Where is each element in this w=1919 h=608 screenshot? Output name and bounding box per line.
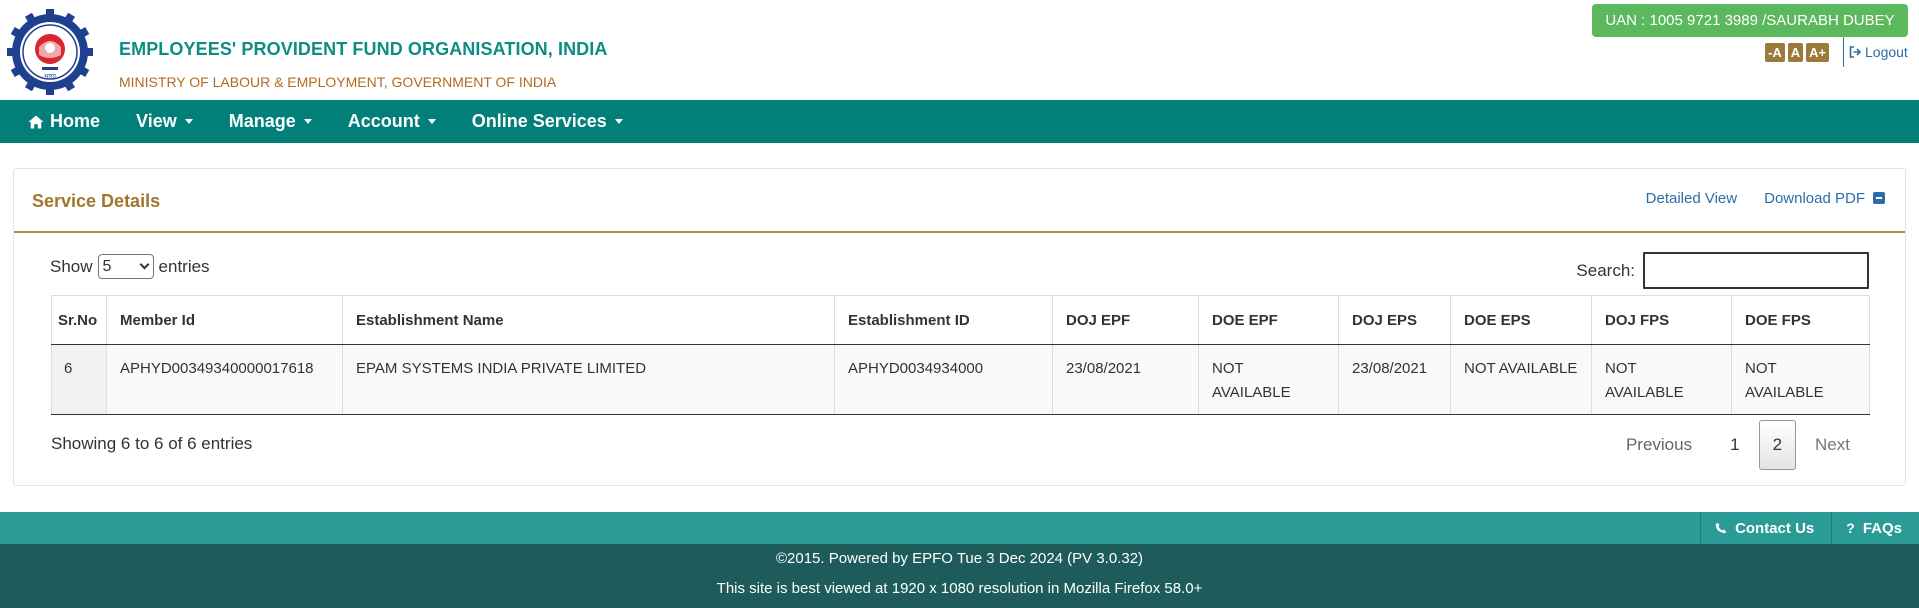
- pagination-page-2[interactable]: 2: [1758, 420, 1797, 470]
- logout-label: Logout: [1865, 44, 1908, 60]
- table-cell: NOT AVAILABLE: [1198, 344, 1339, 415]
- footer-links: Contact Us ? FAQs: [1700, 512, 1919, 544]
- table-row: 6 APHYD00349340000017618 EPAM SYSTEMS IN…: [51, 344, 1870, 415]
- pagination: Previous 1 2 Next: [1607, 420, 1869, 470]
- footer-links-bar: Contact Us ? FAQs: [0, 512, 1919, 544]
- faqs-label: FAQs: [1862, 519, 1902, 537]
- table-cell: EPAM SYSTEMS INDIA PRIVATE LIMITED: [342, 344, 835, 415]
- table-info: Showing 6 to 6 of 6 entries: [51, 434, 253, 453]
- nav-view[interactable]: View: [136, 111, 193, 132]
- service-details-table: Sr.No Member Id Establishment Name Estab…: [51, 295, 1870, 415]
- font-normal-button[interactable]: A: [1787, 43, 1804, 62]
- column-header-doj-epf[interactable]: DOJ EPF: [1052, 295, 1199, 345]
- site-header: भारत EMPLOYEES' PROVIDENT FUND ORGANISAT…: [0, 0, 1919, 100]
- caret-down-icon: [614, 119, 623, 124]
- pagination-page-1[interactable]: 1: [1711, 420, 1758, 470]
- table-cell: NOT AVAILABLE: [1731, 344, 1870, 415]
- table-cell: APHYD00349340000017618: [106, 344, 343, 415]
- caret-down-icon: [427, 119, 436, 124]
- table-cell: 23/08/2021: [1338, 344, 1451, 415]
- search-input[interactable]: [1643, 252, 1869, 289]
- entries-length-control: Show 5 entries: [50, 254, 210, 279]
- search-label: Search:: [1576, 260, 1635, 280]
- caret-down-icon: [303, 119, 312, 124]
- nav-home[interactable]: Home: [28, 111, 100, 132]
- contact-us-label: Contact Us: [1735, 519, 1815, 537]
- logout-icon: [1849, 46, 1862, 58]
- nav-account[interactable]: Account: [348, 111, 436, 132]
- org-name: EMPLOYEES' PROVIDENT FUND ORGANISATION, …: [119, 39, 608, 59]
- table-cell: NOT AVAILABLE: [1450, 344, 1592, 415]
- nav-online-services[interactable]: Online Services: [472, 111, 623, 132]
- table-cell: NOT AVAILABLE: [1591, 344, 1732, 415]
- detailed-view-link[interactable]: Detailed View: [1646, 190, 1737, 207]
- table-cell: 23/08/2021: [1052, 344, 1199, 415]
- nav-account-label: Account: [347, 111, 420, 131]
- uan-badge: UAN : 1005 9721 3989 /SAURABH DUBEY: [1592, 4, 1908, 37]
- column-header-doe-eps[interactable]: DOE EPS: [1450, 295, 1592, 345]
- collapse-icon[interactable]: [1873, 192, 1885, 204]
- logout-link[interactable]: Logout: [1849, 44, 1908, 60]
- caret-down-icon: [184, 119, 193, 124]
- service-details-panel: Service Details Detailed View Download P…: [13, 168, 1906, 486]
- entries-length-select[interactable]: 5: [97, 254, 154, 279]
- epfo-logo-icon: भारत: [7, 9, 93, 95]
- nav-home-label: Home: [50, 111, 101, 131]
- panel-actions: Detailed View Download PDF: [1646, 190, 1885, 207]
- table-cell: 6: [51, 344, 107, 415]
- pagination-previous[interactable]: Previous: [1607, 420, 1711, 470]
- pagination-next[interactable]: Next: [1796, 420, 1869, 470]
- chevron-down-icon: [139, 259, 149, 270]
- column-header-doe-fps[interactable]: DOE FPS: [1731, 295, 1870, 345]
- font-size-controls: -A A A+: [1765, 43, 1830, 62]
- nav-manage[interactable]: Manage: [229, 111, 312, 132]
- nav-manage-label: Manage: [228, 111, 296, 131]
- column-header-member-id[interactable]: Member Id: [106, 295, 343, 345]
- column-header-establishment-name[interactable]: Establishment Name: [342, 295, 835, 345]
- entries-length-value: 5: [102, 257, 112, 275]
- download-pdf-label: Download PDF: [1764, 190, 1865, 207]
- download-pdf-link[interactable]: Download PDF: [1764, 190, 1885, 207]
- header-divider: [1843, 37, 1844, 67]
- entries-label: entries: [158, 256, 210, 276]
- main-navbar: Home View Manage Account Online Services: [0, 100, 1919, 143]
- table-search: Search:: [1576, 252, 1869, 289]
- footer-browser-note: This site is best viewed at 1920 x 1080 …: [716, 580, 1203, 597]
- phone-icon: [1715, 522, 1727, 534]
- nav-view-label: View: [136, 111, 177, 131]
- faqs-link[interactable]: ? FAQs: [1831, 512, 1919, 544]
- table-cell: APHYD0034934000: [834, 344, 1053, 415]
- home-icon: [28, 115, 44, 128]
- footer-copyright: ©2015. Powered by EPFO Tue 3 Dec 2024 (P…: [775, 550, 1144, 567]
- column-header-doj-eps[interactable]: DOJ EPS: [1338, 295, 1451, 345]
- site-footer: ©2015. Powered by EPFO Tue 3 Dec 2024 (P…: [0, 544, 1919, 608]
- ministry-name: MINISTRY OF LABOUR & EMPLOYMENT, GOVERNM…: [119, 74, 557, 90]
- question-icon: ?: [1846, 520, 1855, 536]
- font-increase-button[interactable]: A+: [1806, 43, 1830, 62]
- logo-text: भारत: [44, 73, 56, 80]
- table-header-row: Sr.No Member Id Establishment Name Estab…: [51, 295, 1870, 345]
- column-header-doe-epf[interactable]: DOE EPF: [1198, 295, 1339, 345]
- column-header-establishment-id[interactable]: Establishment ID: [834, 295, 1053, 345]
- font-decrease-button[interactable]: -A: [1765, 43, 1785, 62]
- contact-us-link[interactable]: Contact Us: [1700, 512, 1831, 544]
- show-label: Show: [50, 256, 93, 276]
- nav-online-services-label: Online Services: [471, 111, 607, 131]
- panel-header: Service Details Detailed View Download P…: [14, 169, 1905, 233]
- column-header-doj-fps[interactable]: DOJ FPS: [1591, 295, 1732, 345]
- panel-title: Service Details: [32, 191, 161, 211]
- column-header-sr-no[interactable]: Sr.No: [51, 295, 107, 345]
